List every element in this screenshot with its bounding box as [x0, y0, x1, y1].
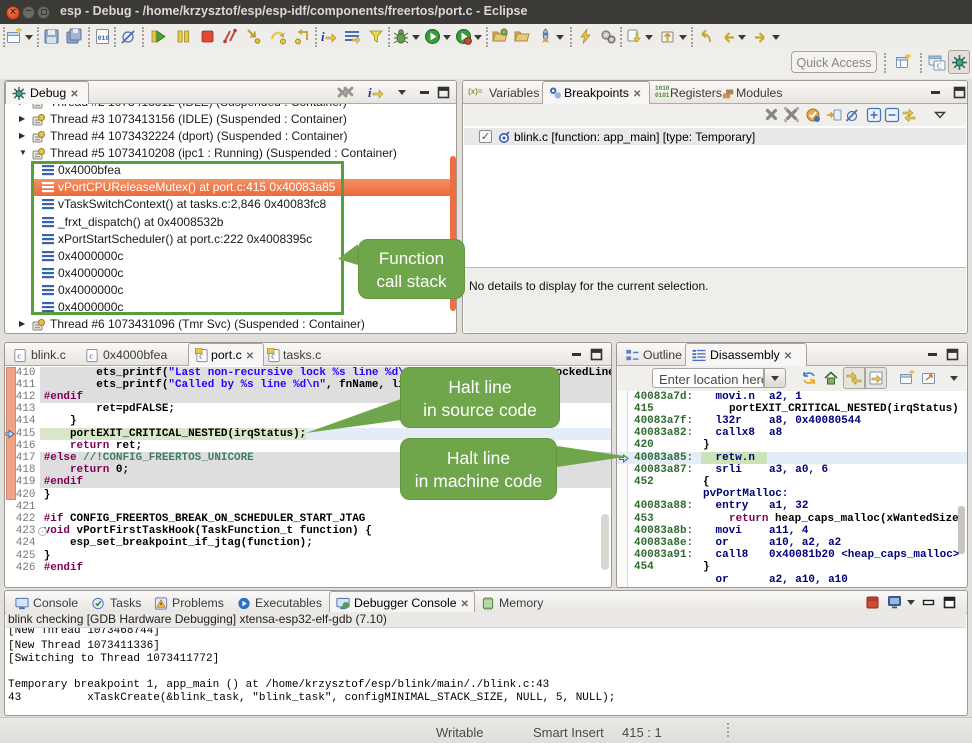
svg-text:c: c [199, 350, 203, 360]
svg-text:i: i [321, 29, 325, 44]
svg-text:c: c [89, 350, 93, 360]
svg-text:c: c [17, 350, 21, 360]
svg-text:c: c [271, 350, 275, 360]
svg-text:C: C [937, 63, 942, 71]
svg-text:010: 010 [98, 35, 110, 42]
svg-text:i: i [368, 85, 372, 100]
